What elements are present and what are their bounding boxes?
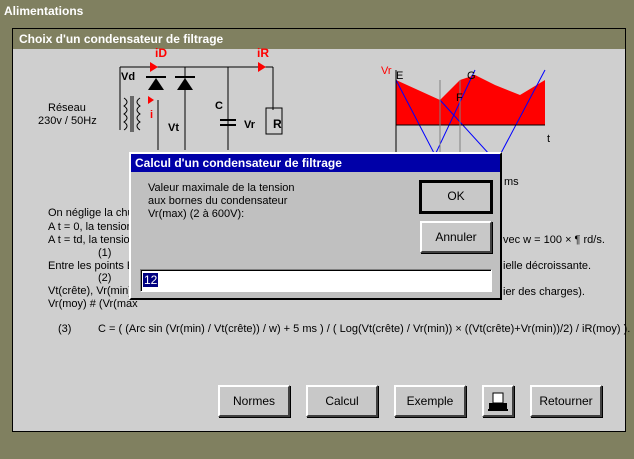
label-c: C	[215, 100, 223, 112]
dialog-title: Calcul d'un condensateur de filtrage	[131, 154, 500, 172]
dialog-label-1: Valeur maximale de la tension	[148, 182, 295, 194]
body-line2: A t = 0, la tension	[48, 221, 133, 233]
body-eq3: (3)	[58, 323, 72, 335]
label-reseau: Réseau	[48, 102, 86, 114]
body-line6: Vr(moy) # (Vr(max	[48, 298, 138, 310]
body-eq1: (1)	[98, 247, 112, 259]
calcul-button[interactable]: Calcul	[306, 385, 378, 417]
formula-text: C = ( (Arc sin (Vr(min) / Vt(crête)) / w…	[98, 323, 631, 335]
window-title: Alimentations	[0, 0, 634, 22]
body-line5: Vt(crête), Vr(min)	[48, 285, 132, 297]
exemple-button[interactable]: Exemple	[394, 385, 466, 417]
graph-ms: ms	[504, 176, 519, 188]
graph-point-e: E	[396, 70, 404, 82]
label-vt: Vt	[168, 122, 179, 134]
graph-xlabel: t	[547, 133, 551, 145]
body-line4: Entre les points E	[48, 260, 135, 272]
graph-ylabel: Vr	[381, 65, 392, 77]
vrmax-input-value: 12	[143, 273, 159, 287]
label-iR: iR	[257, 46, 269, 60]
label-iD: iD	[155, 46, 167, 60]
ok-button[interactable]: OK	[419, 180, 493, 214]
label-reseau-freq: 230v / 50Hz	[38, 115, 97, 127]
label-i: i	[150, 109, 154, 121]
body-eq2: (2)	[98, 272, 112, 284]
panel-title: Choix d'un condensateur de filtrage	[13, 29, 625, 49]
normes-button[interactable]: Normes	[218, 385, 290, 417]
cancel-button[interactable]: Annuler	[420, 221, 492, 253]
graph-point-g: G	[467, 70, 476, 82]
dialog-label-3: Vr(max) (2 à 600V):	[148, 208, 245, 220]
body-line1: On néglige la chu	[48, 207, 134, 219]
body-line5-right: ier des charges).	[503, 286, 585, 298]
label-vr: Vr	[244, 119, 256, 131]
retourner-button[interactable]: Retourner	[530, 385, 602, 417]
body-line2-right: vec w = 100 × ¶ rd/s.	[503, 234, 605, 246]
graph-point-f: F	[456, 92, 463, 104]
dialog-label-2: aux bornes du condensateur	[148, 195, 288, 207]
printer-icon	[488, 392, 508, 411]
body-line4-right: ielle décroissante.	[503, 260, 592, 272]
label-r: R	[273, 117, 282, 131]
body-line3: A t = td, la tensio	[48, 234, 130, 246]
label-vd: Vd	[121, 71, 136, 83]
print-button[interactable]	[482, 385, 514, 417]
vrmax-input[interactable]: 12	[140, 269, 492, 292]
